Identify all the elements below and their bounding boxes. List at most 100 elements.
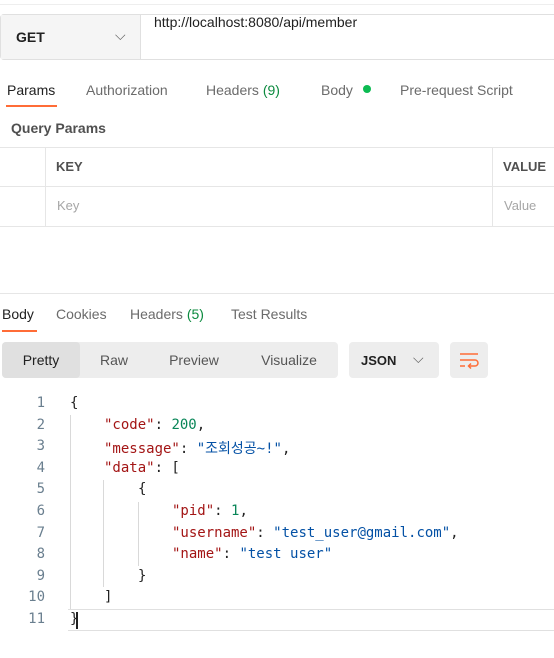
line-number: 10 xyxy=(28,589,45,606)
code-line: ] xyxy=(104,589,112,605)
indent-guide xyxy=(138,502,139,566)
response-active-tab-indicator xyxy=(2,330,37,332)
code-token: "name" xyxy=(172,546,223,563)
tab-headers[interactable]: Headers (9) xyxy=(206,82,280,98)
view-mode-pretty[interactable]: Pretty xyxy=(2,342,80,378)
key-input[interactable]: Key xyxy=(57,198,79,213)
indent-guide xyxy=(70,415,71,609)
tab-authorization-label: Authorization xyxy=(86,82,168,98)
code-line: "username": "test_user@gmail.com", xyxy=(172,525,459,541)
code-token: "test user" xyxy=(239,546,333,563)
current-line-highlight-bottom xyxy=(68,630,554,631)
code-token: : xyxy=(256,524,274,541)
wrap-lines-icon xyxy=(460,353,479,370)
view-mode-preview[interactable]: Preview xyxy=(148,342,240,378)
line-number: 8 xyxy=(36,546,45,563)
code-line: "message": "조회성공~!", xyxy=(104,438,290,458)
line-number: 11 xyxy=(28,611,45,627)
tab-body[interactable]: Body xyxy=(321,82,353,98)
code-token: , xyxy=(450,524,459,541)
params-table-top xyxy=(0,147,554,148)
line-number: 6 xyxy=(36,503,45,519)
params-table-mid xyxy=(0,186,554,187)
code-token: , xyxy=(239,503,248,519)
tab-pre-request-script[interactable]: Pre-request Script xyxy=(400,82,513,98)
code-token: "code" xyxy=(104,416,155,433)
query-params-title: Query Params xyxy=(11,120,106,136)
active-tab-indicator xyxy=(6,105,57,107)
code-line: { xyxy=(138,481,146,497)
wrap-lines-button[interactable] xyxy=(450,342,488,378)
code-token: : xyxy=(179,441,197,458)
code-line: "code": 200, xyxy=(104,417,205,433)
line-number: 3 xyxy=(36,438,45,455)
line-number: 5 xyxy=(36,481,45,498)
line-number: 9 xyxy=(36,567,45,584)
code-token: : xyxy=(214,503,232,519)
code-line: "name": "test user" xyxy=(172,546,332,562)
response-divider xyxy=(0,293,554,294)
params-table-bottom xyxy=(0,226,554,227)
tab-params[interactable]: Params xyxy=(7,82,55,98)
code-line: } xyxy=(138,568,146,584)
response-tab-cookies-label: Cookies xyxy=(56,306,107,322)
format-select[interactable]: JSON ⌵ xyxy=(349,342,439,378)
response-tab-body-label: Body xyxy=(2,306,34,322)
code-token: "pid" xyxy=(172,503,215,519)
view-mode-visualize[interactable]: Visualize xyxy=(240,342,338,378)
view-mode-raw[interactable]: Raw xyxy=(80,342,148,378)
tab-body-label: Body xyxy=(321,82,353,98)
current-line-highlight-top xyxy=(68,609,554,610)
params-col-divider-2 xyxy=(492,147,493,227)
code-line: "data": [ xyxy=(104,460,180,476)
code-token: "data" xyxy=(104,459,155,476)
code-token: "message" xyxy=(104,441,180,458)
indent-guide xyxy=(103,480,104,587)
line-number: 7 xyxy=(36,524,45,541)
response-tab-headers[interactable]: Headers (5) xyxy=(130,306,204,322)
response-tab-test-results[interactable]: Test Results xyxy=(231,306,307,322)
response-tab-body[interactable]: Body xyxy=(2,306,34,322)
code-token: { xyxy=(138,481,147,498)
line-number: 2 xyxy=(36,416,45,433)
code-line: { xyxy=(70,395,78,411)
value-column-header: VALUE xyxy=(503,159,547,174)
params-col-divider xyxy=(45,147,46,227)
body-indicator-dot xyxy=(363,85,371,93)
code-token: : [ xyxy=(154,459,180,476)
chevron-down-icon: ⌵ xyxy=(413,350,424,366)
response-tab-headers-count: (5) xyxy=(186,306,204,322)
response-tab-headers-label: Headers xyxy=(130,306,183,322)
line-number: 4 xyxy=(36,459,45,476)
code-token: "test_user@gmail.com" xyxy=(273,524,451,541)
code-token: "username" xyxy=(172,524,257,541)
tab-params-label: Params xyxy=(7,82,56,98)
code-token: : xyxy=(154,416,172,433)
tab-pre-request-label: Pre-request Script xyxy=(400,82,513,98)
code-token: } xyxy=(138,567,147,584)
key-column-header: KEY xyxy=(56,159,83,174)
value-input[interactable]: Value xyxy=(504,198,536,213)
code-token: ] xyxy=(104,589,113,606)
text-cursor xyxy=(76,612,78,629)
top-divider xyxy=(0,4,554,5)
code-token: : xyxy=(222,546,240,563)
response-tab-cookies[interactable]: Cookies xyxy=(56,306,107,322)
response-tab-test-results-label: Test Results xyxy=(231,306,308,322)
code-line: "pid": 1, xyxy=(172,503,248,519)
line-number: 1 xyxy=(36,395,45,411)
method-select[interactable]: GET ⌵ xyxy=(1,15,141,59)
code-token: 200 xyxy=(171,416,197,433)
code-token: "조회성공~!" xyxy=(196,441,282,458)
code-token: , xyxy=(281,441,291,458)
url-input[interactable]: http://localhost:8080/api/member xyxy=(154,14,357,30)
code-token: { xyxy=(70,395,79,411)
tab-headers-label: Headers xyxy=(206,82,259,98)
format-label: JSON xyxy=(361,353,397,368)
tab-headers-count: (9) xyxy=(262,82,280,98)
method-label: GET xyxy=(16,29,45,45)
tab-authorization[interactable]: Authorization xyxy=(86,82,168,98)
view-mode-selector: Pretty Raw Preview Visualize xyxy=(2,342,338,378)
chevron-down-icon: ⌵ xyxy=(115,27,126,43)
code-token: , xyxy=(196,416,206,433)
